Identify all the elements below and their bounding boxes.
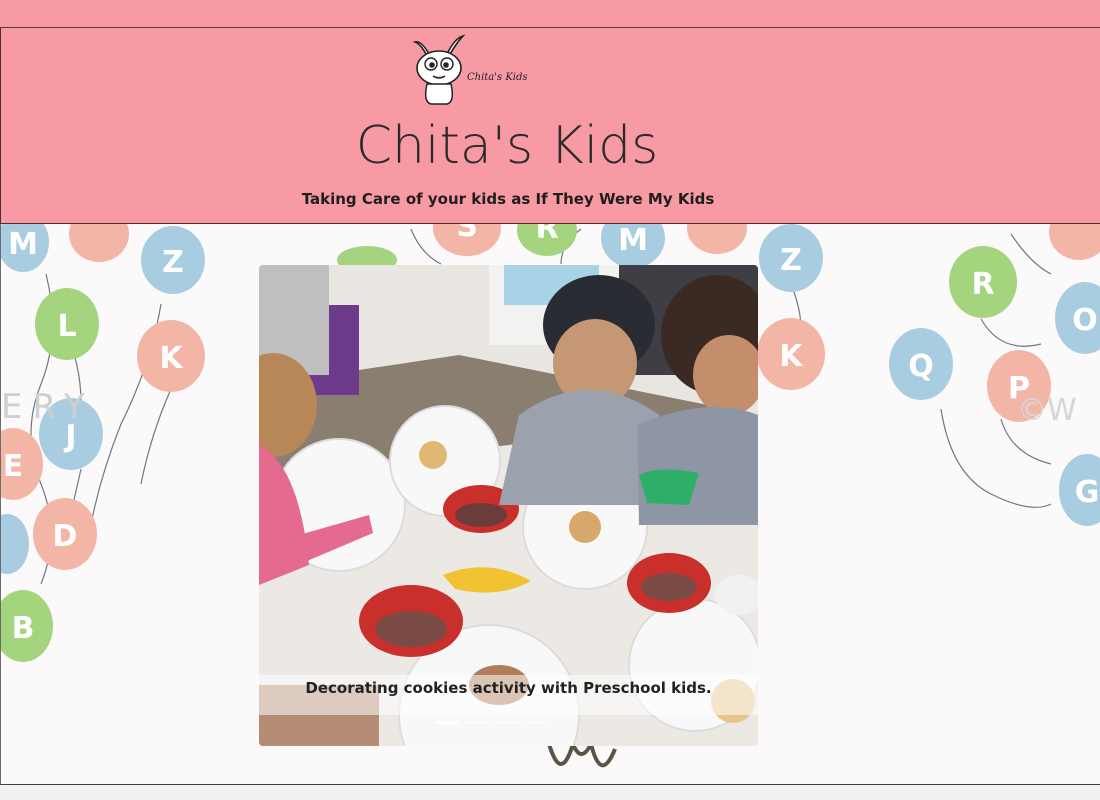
svg-text:Z: Z <box>162 245 184 280</box>
svg-text:M: M <box>8 227 38 262</box>
svg-text:L: L <box>57 309 76 344</box>
svg-text:K: K <box>159 341 184 376</box>
carousel-slide-photo <box>259 265 758 746</box>
photo-carousel[interactable]: Decorating cookies activity with Prescho… <box>259 265 758 746</box>
svg-text:ERY: ERY <box>1 387 95 427</box>
svg-text:M: M <box>618 224 648 258</box>
main-content: M Z L K J E D B S R M Z K R Q P O G ERY … <box>0 224 1100 785</box>
top-strip <box>0 0 1100 28</box>
site-header: Chita's Kids Chita's Kids Taking Care of… <box>0 28 1100 224</box>
svg-text:Q: Q <box>908 349 934 384</box>
svg-text:Z: Z <box>780 243 802 278</box>
svg-text:G: G <box>1075 475 1100 510</box>
svg-text:B: B <box>12 611 35 646</box>
carousel-next-button[interactable] <box>698 265 758 746</box>
bottom-strip <box>0 785 1100 800</box>
site-logo[interactable]: Chita's Kids <box>411 32 541 107</box>
svg-text:E: E <box>3 449 24 484</box>
carousel-prev-button[interactable] <box>259 265 319 746</box>
svg-text:©W: ©W <box>1017 393 1077 428</box>
svg-text:R: R <box>971 267 994 302</box>
site-title: Chita's Kids <box>355 116 659 176</box>
svg-text:Chita's Kids: Chita's Kids <box>467 72 528 83</box>
bunny-mascot-icon: Chita's Kids <box>412 34 528 105</box>
site-tagline: Taking Care of your kids as If They Were… <box>301 190 715 208</box>
carousel-indicator-3[interactable] <box>495 721 519 724</box>
svg-text:R: R <box>535 224 558 246</box>
svg-text:K: K <box>779 339 804 374</box>
carousel-indicator-2[interactable] <box>465 721 489 724</box>
svg-text:D: D <box>53 519 78 554</box>
svg-text:S: S <box>456 224 478 244</box>
carousel-caption: Decorating cookies activity with Prescho… <box>305 679 712 697</box>
svg-text:O: O <box>1072 303 1098 338</box>
carousel-indicator-4[interactable] <box>525 721 549 724</box>
carousel-indicator-1[interactable] <box>435 721 459 724</box>
carousel-indicators <box>435 721 549 724</box>
